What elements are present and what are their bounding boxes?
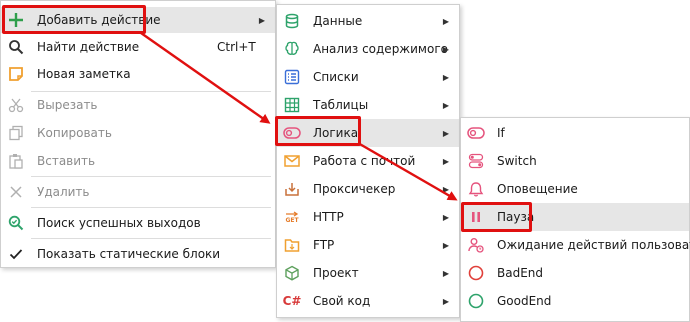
annotation-arrow-to-pause — [357, 141, 458, 201]
annotation-arrows — [140, 32, 458, 201]
annotation-arrow-to-logic — [140, 32, 271, 124]
